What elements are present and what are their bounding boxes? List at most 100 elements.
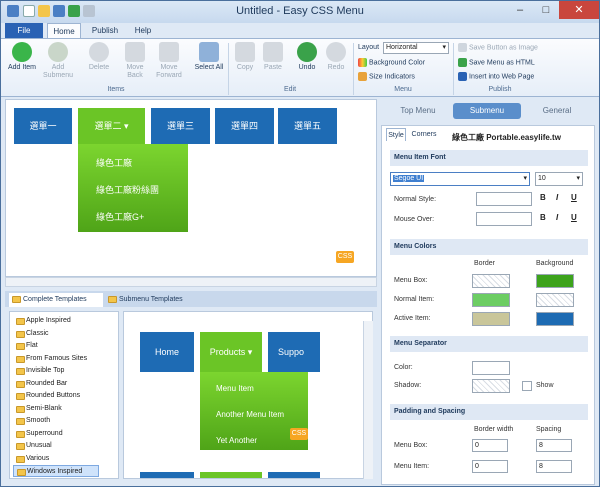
italic-button[interactable]: I	[556, 213, 558, 222]
menu-item-5[interactable]: 選單五	[278, 108, 337, 144]
italic-button[interactable]: I	[556, 193, 558, 202]
underline-button[interactable]: U	[571, 213, 577, 222]
items-group-label: Items	[107, 86, 125, 93]
insert-web-button[interactable]: Insert into Web Page	[458, 72, 534, 82]
template-list-item[interactable]: Smooth	[13, 415, 50, 427]
select-all-icon	[199, 42, 219, 62]
tab-submenu-templates[interactable]: Submenu Templates	[105, 293, 201, 307]
template-submenu-item[interactable]: Another Menu Item	[216, 410, 284, 419]
copy-button[interactable]: Copy	[230, 42, 260, 72]
menu-item-2[interactable]: 選單二 ▾	[78, 108, 145, 144]
vertical-scrollbar[interactable]	[363, 321, 373, 479]
padding-section-header: Padding and Spacing	[390, 404, 588, 420]
template-list-item[interactable]: Rounded Bar	[13, 378, 67, 390]
template-list-label: Apple Inspired	[26, 317, 71, 324]
tab-corners[interactable]: Corners	[408, 128, 440, 141]
menu-box-border-swatch[interactable]	[472, 274, 510, 288]
tab-publish[interactable]: Publish	[87, 23, 123, 38]
layout-select[interactable]: Horizontal ▾	[383, 42, 449, 54]
underline-button[interactable]: U	[571, 193, 577, 202]
tab-help[interactable]: Help	[129, 23, 157, 38]
template-list-item[interactable]: Invisible Top	[13, 365, 64, 377]
template-list-item[interactable]: Superround	[13, 428, 63, 440]
folder-icon	[16, 318, 25, 325]
menu-item-1[interactable]: 選單一	[14, 108, 72, 144]
menu-item-border-width-stepper[interactable]: 0	[472, 460, 508, 473]
font-family-select[interactable]: Segoe UI ▾	[390, 172, 530, 186]
move-forward-button[interactable]: Move Forward	[154, 42, 184, 80]
template-submenu-item[interactable]: Menu Item	[216, 384, 254, 393]
menu-box-background-swatch[interactable]	[536, 274, 574, 288]
separator-color-swatch[interactable]	[472, 361, 510, 375]
size-indicators-button[interactable]: Size Indicators	[358, 72, 415, 82]
template-list-item[interactable]: Classic	[13, 328, 49, 340]
normal-item-border-swatch[interactable]	[472, 293, 510, 307]
tab-submenu[interactable]: Submenu	[453, 103, 521, 119]
tab-home[interactable]: Home	[47, 23, 81, 38]
paste-button[interactable]: Paste	[258, 42, 288, 72]
copy-icon	[235, 42, 255, 62]
tab-complete-templates[interactable]: Complete Templates	[9, 293, 103, 307]
ribbon-separator	[453, 43, 454, 95]
add-item-button[interactable]: Add Item	[7, 42, 37, 72]
template-list-item[interactable]: Windows Inspired	[13, 465, 99, 477]
properties-panel: Top Menu Submenu General Style Corners 綠…	[381, 99, 595, 485]
template-list-item[interactable]: Unusual	[13, 440, 52, 452]
template-list-item[interactable]: Rounded Buttons	[13, 390, 80, 402]
active-item-background-swatch[interactable]	[536, 312, 574, 326]
tab-file[interactable]: File	[5, 23, 43, 38]
menu-box-border-width-stepper[interactable]: 0	[472, 439, 508, 452]
undo-button[interactable]: Undo	[292, 42, 322, 72]
submenu-item[interactable]: 綠色工廠粉絲團	[96, 183, 159, 196]
bold-button[interactable]: B	[540, 193, 546, 202]
tab-style[interactable]: Style	[386, 128, 406, 141]
folder-icon	[16, 405, 25, 413]
template-list-item[interactable]: Various	[13, 453, 49, 465]
normal-style-field[interactable]	[476, 192, 532, 206]
delete-button[interactable]: Delete	[84, 42, 114, 72]
close-button[interactable]: ✕	[559, 1, 599, 19]
template-menu-item[interactable]: Home	[140, 332, 194, 372]
background-color-button[interactable]: Background Color	[358, 58, 425, 68]
template-preview: Home Products ▾ Suppo Menu Item Another …	[123, 311, 373, 479]
separator-color-label: Color:	[394, 364, 413, 371]
padding-menu-item-label: Menu Item:	[394, 463, 430, 470]
background-header: Background	[536, 260, 574, 267]
move-back-button[interactable]: Move Back	[120, 42, 150, 80]
submenu-item[interactable]: 綠色工廠G+	[96, 210, 144, 223]
select-all-button[interactable]: Select All	[194, 42, 224, 72]
template-list-item[interactable]: Semi-Blank	[13, 403, 62, 415]
normal-item-background-swatch[interactable]	[536, 293, 574, 307]
horizontal-scrollbar[interactable]	[5, 277, 377, 287]
active-item-border-swatch[interactable]	[472, 312, 510, 326]
tab-general[interactable]: General	[525, 103, 589, 119]
maximize-button[interactable]: □	[533, 1, 559, 19]
delete-label: Delete	[88, 64, 110, 71]
template-menu-item[interactable]: Suppo	[268, 332, 320, 372]
redo-button[interactable]: Redo	[321, 42, 351, 72]
menu-item-4[interactable]: 選單四	[215, 108, 274, 144]
ribbon-separator	[353, 43, 354, 95]
add-submenu-button[interactable]: Add Submenu	[43, 42, 73, 80]
normal-item-label: Normal Item:	[394, 296, 435, 303]
template-submenu-item[interactable]: Yet Another	[216, 436, 257, 445]
template-list-item[interactable]: From Famous Sites	[13, 353, 87, 365]
minimize-button[interactable]: –	[507, 1, 533, 19]
bold-button[interactable]: B	[540, 213, 546, 222]
template-list-item[interactable]: Flat	[13, 340, 38, 352]
separator-shadow-swatch[interactable]	[472, 379, 510, 393]
template-list-label: Classic	[26, 329, 49, 337]
tab-top-menu[interactable]: Top Menu	[385, 103, 451, 119]
save-html-button[interactable]: Save Menu as HTML	[458, 58, 535, 68]
menu-item-3[interactable]: 選單三	[151, 108, 210, 144]
show-shadow-checkbox[interactable]	[522, 381, 532, 391]
template-menu-item[interactable]: Products ▾	[200, 332, 262, 372]
submenu-item[interactable]: 綠色工廠	[96, 156, 132, 169]
template-list-item[interactable]: Apple Inspired	[13, 315, 71, 327]
font-size-select[interactable]: 10 ▾	[535, 172, 583, 186]
menu-item-spacing-stepper[interactable]: 8	[536, 460, 572, 473]
menu-box-spacing-stepper[interactable]: 8	[536, 439, 572, 452]
move-forward-label: Move Forward	[156, 64, 182, 79]
save-image-button[interactable]: Save Button as Image	[458, 43, 538, 53]
mouse-over-field[interactable]	[476, 212, 532, 226]
